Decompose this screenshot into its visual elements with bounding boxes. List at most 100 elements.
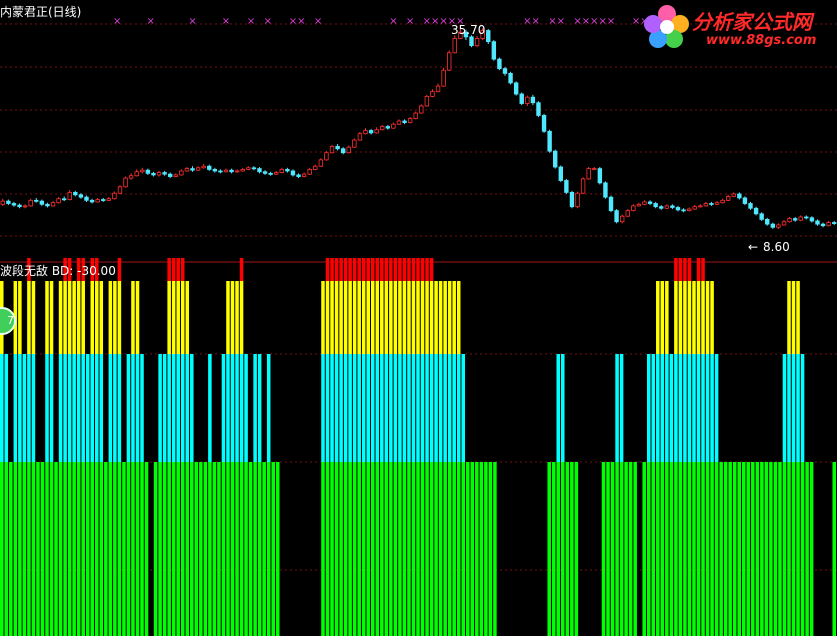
band-segment (325, 258, 330, 281)
band-segment (402, 258, 407, 281)
band-bar-series (0, 258, 836, 636)
band-segment (714, 462, 719, 636)
band-segment (411, 462, 416, 636)
band-segment (185, 281, 190, 354)
band-segment (113, 281, 117, 354)
band-segment (13, 354, 18, 462)
band-segment (171, 354, 176, 462)
band-segment (416, 354, 420, 462)
candle-body (452, 38, 457, 54)
candle-body (307, 168, 312, 175)
candle-body (346, 146, 351, 154)
candle-body (385, 126, 391, 129)
band-segment (447, 354, 452, 462)
band-segment (217, 462, 221, 636)
candle-body (223, 169, 229, 173)
candle-body (675, 207, 681, 211)
band-segment (832, 462, 836, 636)
band-segment (158, 462, 162, 636)
band-segment (380, 462, 384, 636)
candle-body (112, 192, 117, 200)
band-segment (330, 462, 334, 636)
band-segment (425, 354, 429, 462)
candle-body (541, 115, 547, 132)
band-segment (117, 258, 122, 281)
flower-logo-icon (644, 5, 689, 48)
signal-x-marker: × (431, 16, 439, 27)
candle-body (279, 168, 284, 173)
band-segment (796, 281, 800, 354)
candle-body (486, 30, 491, 43)
band-segment (131, 462, 135, 636)
signal-x-marker: × (598, 16, 606, 27)
low-price-label: 8.60 (763, 240, 790, 254)
band-segment (117, 281, 122, 354)
band-segment (701, 462, 705, 636)
band-segment (710, 281, 714, 354)
band-segment (190, 462, 194, 636)
candle-body (95, 199, 100, 203)
band-segment (76, 281, 81, 354)
band-segment (126, 462, 131, 636)
band-segment (402, 354, 407, 462)
band-segment (760, 462, 764, 636)
candle-body (748, 203, 753, 209)
candle-body (290, 170, 296, 176)
band-segment (253, 354, 257, 462)
band-segment (366, 462, 370, 636)
candle-body (167, 173, 173, 177)
band-segment (63, 281, 67, 354)
candle-body (703, 203, 709, 207)
band-segment (705, 281, 710, 354)
band-segment (402, 462, 407, 636)
band-segment (117, 354, 122, 462)
candle-body (446, 52, 452, 71)
band-segment (357, 258, 361, 281)
band-segment (45, 354, 49, 462)
candle-body (714, 202, 720, 205)
band-segment (135, 354, 140, 462)
candle-body (156, 172, 162, 176)
band-segment (230, 281, 235, 354)
candle-body (759, 213, 764, 220)
candle-body (140, 169, 145, 173)
band-segment (162, 354, 167, 462)
band-segment (651, 354, 656, 462)
band-segment (701, 281, 705, 354)
signal-x-marker: × (607, 16, 615, 27)
band-segment (443, 354, 447, 462)
candle-body (6, 200, 11, 204)
band-segment (660, 281, 665, 354)
candle-body (430, 91, 435, 97)
candle-body (268, 172, 273, 175)
candle-body (123, 177, 128, 188)
band-segment (162, 462, 167, 636)
band-segment (212, 462, 217, 636)
signal-x-marker: × (406, 16, 414, 27)
signal-x-marker: × (573, 16, 581, 27)
band-segment (678, 258, 683, 281)
band-segment (678, 354, 683, 462)
band-segment (366, 258, 370, 281)
candle-body (765, 218, 770, 225)
logo-url: www.88gs.com (706, 33, 817, 48)
candle-body (435, 85, 441, 93)
candle-body (530, 96, 536, 104)
band-segment (330, 354, 334, 462)
candle-body (84, 196, 89, 201)
band-segment (348, 281, 352, 354)
band-segment (167, 354, 171, 462)
band-segment (674, 462, 678, 636)
band-segment (330, 258, 334, 281)
band-segment (343, 354, 348, 462)
band-segment (99, 281, 104, 354)
band-segment (551, 462, 556, 636)
candle-body (173, 174, 178, 177)
band-segment (370, 354, 375, 462)
band-segment (221, 354, 226, 462)
band-segment (619, 462, 624, 636)
candle-body (28, 199, 33, 207)
band-segment (153, 462, 158, 636)
candle-body (407, 118, 413, 123)
band-segment (208, 462, 212, 636)
